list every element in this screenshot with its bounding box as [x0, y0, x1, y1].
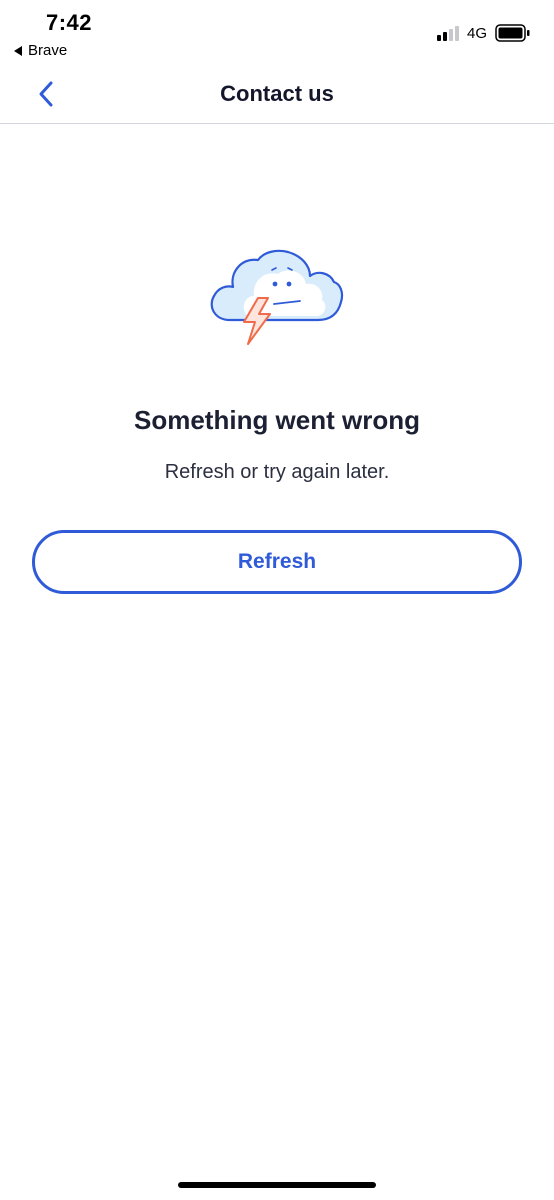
network-type: 4G: [467, 25, 488, 42]
page-title: Contact us: [220, 81, 334, 106]
sad-cloud-lightning-icon: [210, 249, 344, 345]
error-subtitle: Refresh or try again later.: [164, 461, 390, 483]
error-title: Something went wrong: [134, 405, 420, 435]
refresh-button[interactable]: Refresh: [32, 530, 522, 594]
status-bar: 7:42 Brave 4G: [0, 0, 554, 64]
home-indicator[interactable]: [178, 1182, 376, 1188]
signal-icon: [437, 26, 459, 41]
battery-icon: [495, 24, 530, 42]
back-to-app-link[interactable]: Brave: [14, 42, 67, 59]
nav-bar: Contact us: [0, 64, 554, 124]
back-triangle-icon: [14, 45, 22, 56]
back-app-label: Brave: [28, 42, 68, 59]
status-time: 7:42: [46, 10, 93, 35]
refresh-button-label: Refresh: [237, 550, 317, 573]
